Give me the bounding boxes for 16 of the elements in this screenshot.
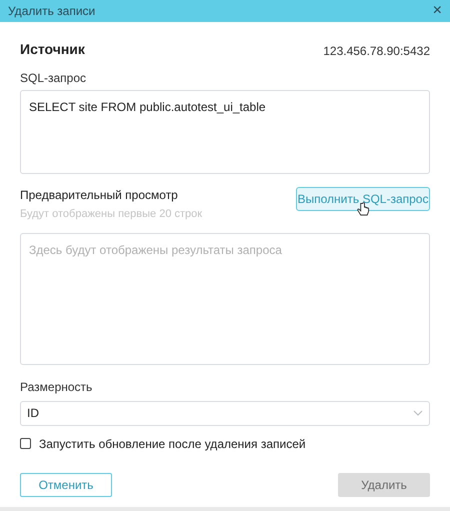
close-button[interactable]: ×	[432, 3, 442, 19]
results-field[interactable]: Здесь будут отображены результаты запроса	[20, 232, 430, 364]
section-label: Предварительный просмотр	[20, 187, 179, 204]
cancel-button[interactable]: Отменить	[20, 472, 112, 496]
field-label: SQL-запрос	[20, 70, 88, 87]
section-heading: Источник	[20, 40, 85, 59]
checkbox-label: Запустить обновление после удаления записей	[39, 436, 306, 452]
field-label: Размерность	[20, 378, 94, 396]
chevron-down-icon	[413, 410, 423, 416]
checkbox[interactable]	[20, 438, 31, 449]
run-query-button[interactable]: Выполнить SQL-запрос	[296, 187, 430, 211]
server-address: 123.456.78.90:5432	[323, 43, 430, 60]
window-title: Удалить записи	[8, 3, 96, 20]
hint-text: Будут отображены первые 20 строк	[20, 207, 202, 222]
sql-query-field[interactable]: SELECT site FROM public.autotest_ui_table	[20, 90, 430, 174]
dimension-dropdown[interactable]: ID	[20, 400, 430, 426]
